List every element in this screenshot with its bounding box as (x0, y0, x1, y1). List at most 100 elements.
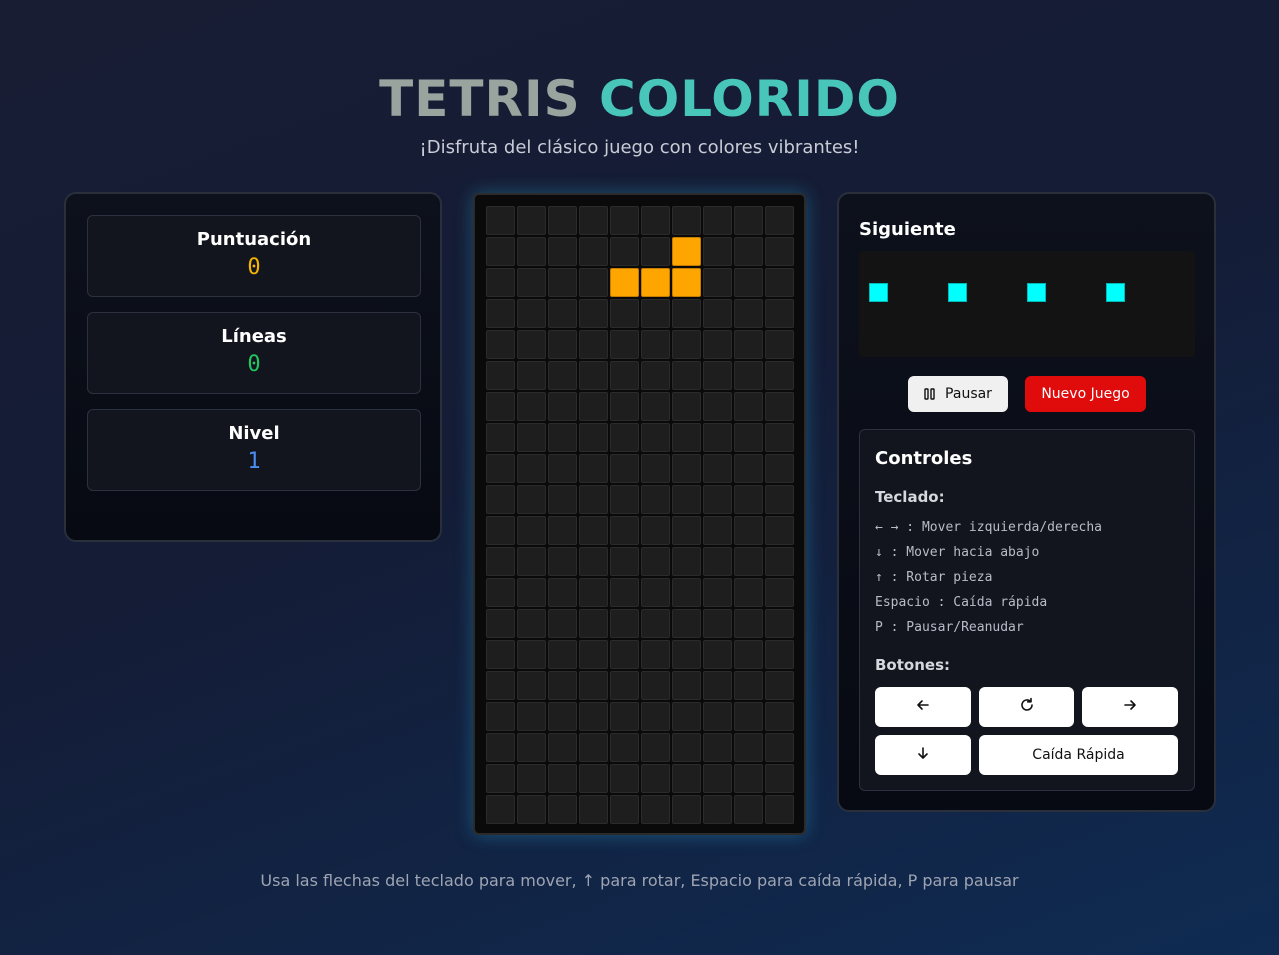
board-cell (765, 795, 794, 824)
page-title: TETRIS COLORIDO (0, 70, 1279, 128)
board-cell (765, 299, 794, 328)
piece-block (610, 268, 639, 297)
board-cell (610, 485, 639, 514)
board-cell (734, 206, 763, 235)
board-cell (579, 640, 608, 669)
move-left-button[interactable] (875, 687, 971, 727)
board-cell (610, 547, 639, 576)
board-cell (641, 795, 670, 824)
board-cell (765, 237, 794, 266)
keyboard-heading: Teclado: (875, 488, 945, 506)
board-cell (703, 330, 732, 359)
score-value: 0 (247, 255, 261, 280)
board-cell (734, 795, 763, 824)
board-cell (672, 702, 701, 731)
board-cell (486, 392, 515, 421)
board-cell (765, 268, 794, 297)
board-cell (579, 733, 608, 762)
board-cell (703, 640, 732, 669)
board-cell (486, 671, 515, 700)
board-cell (765, 454, 794, 483)
board-cell (672, 795, 701, 824)
board-cell (579, 609, 608, 638)
new-game-button[interactable]: Nuevo Juego (1025, 376, 1146, 412)
board-cell (579, 764, 608, 793)
board-cell (610, 299, 639, 328)
page-subtitle: ¡Disfruta del clásico juego con colores … (419, 137, 860, 158)
score-card: Puntuación 0 (87, 215, 421, 297)
board-cell (703, 547, 732, 576)
key-line-drop: Espacio : Caída rápida (875, 595, 1048, 610)
lines-card: Líneas 0 (87, 312, 421, 394)
board-cell (703, 423, 732, 452)
board-cell (579, 547, 608, 576)
board-cell (579, 485, 608, 514)
board-cell (548, 361, 577, 390)
lines-label: Líneas (221, 326, 287, 347)
board-cell (610, 237, 639, 266)
board-cell (641, 485, 670, 514)
board-cell (610, 578, 639, 607)
score-label: Puntuación (196, 229, 312, 250)
board-cell (765, 547, 794, 576)
board-cell (579, 702, 608, 731)
board-cell (765, 733, 794, 762)
board-cell (641, 764, 670, 793)
board-cell (703, 609, 732, 638)
board-cell (579, 516, 608, 545)
controls-help: Controles Teclado: ← → : Mover izquierda… (859, 429, 1195, 791)
board-cell (641, 237, 670, 266)
pause-button[interactable]: Pausar (908, 376, 1008, 412)
board-cell (579, 423, 608, 452)
board-cell (765, 423, 794, 452)
board-cell (641, 423, 670, 452)
game-board[interactable] (473, 193, 806, 835)
board-cell (672, 671, 701, 700)
board-cell (703, 299, 732, 328)
rotate-button[interactable] (979, 687, 1074, 727)
lines-value: 0 (247, 352, 261, 377)
board-cell (641, 671, 670, 700)
arrow-left-icon (916, 698, 930, 716)
level-label: Nivel (228, 423, 280, 444)
board-cell (703, 795, 732, 824)
board-cell (703, 206, 732, 235)
board-cell (734, 330, 763, 359)
board-cell (703, 578, 732, 607)
board-cell (765, 578, 794, 607)
pause-button-label: Pausar (945, 386, 992, 402)
board-cell (641, 702, 670, 731)
board-cell (486, 640, 515, 669)
board-cell (548, 609, 577, 638)
board-cell (517, 237, 546, 266)
board-cell (610, 423, 639, 452)
board-cell (641, 392, 670, 421)
board-grid (486, 206, 794, 824)
board-cell (548, 268, 577, 297)
board-cell (641, 516, 670, 545)
board-cell (734, 733, 763, 762)
board-cell (734, 547, 763, 576)
board-cell (734, 268, 763, 297)
level-value: 1 (247, 449, 261, 474)
board-cell (517, 423, 546, 452)
board-cell (548, 516, 577, 545)
board-cell (548, 764, 577, 793)
board-cell (517, 578, 546, 607)
board-cell (734, 671, 763, 700)
board-cell (765, 671, 794, 700)
board-cell (579, 299, 608, 328)
board-cell (703, 764, 732, 793)
board-cell (703, 516, 732, 545)
board-cell (765, 485, 794, 514)
board-cell (486, 423, 515, 452)
move-right-button[interactable] (1082, 687, 1178, 727)
footer-hint: Usa las flechas del teclado para mover, … (260, 871, 1019, 890)
board-cell (517, 361, 546, 390)
board-cell (672, 516, 701, 545)
board-cell (703, 733, 732, 762)
board-cell (672, 547, 701, 576)
move-down-button[interactable] (875, 735, 971, 775)
next-piece-block (948, 283, 967, 302)
hard-drop-button[interactable]: Caída Rápida (979, 735, 1178, 775)
